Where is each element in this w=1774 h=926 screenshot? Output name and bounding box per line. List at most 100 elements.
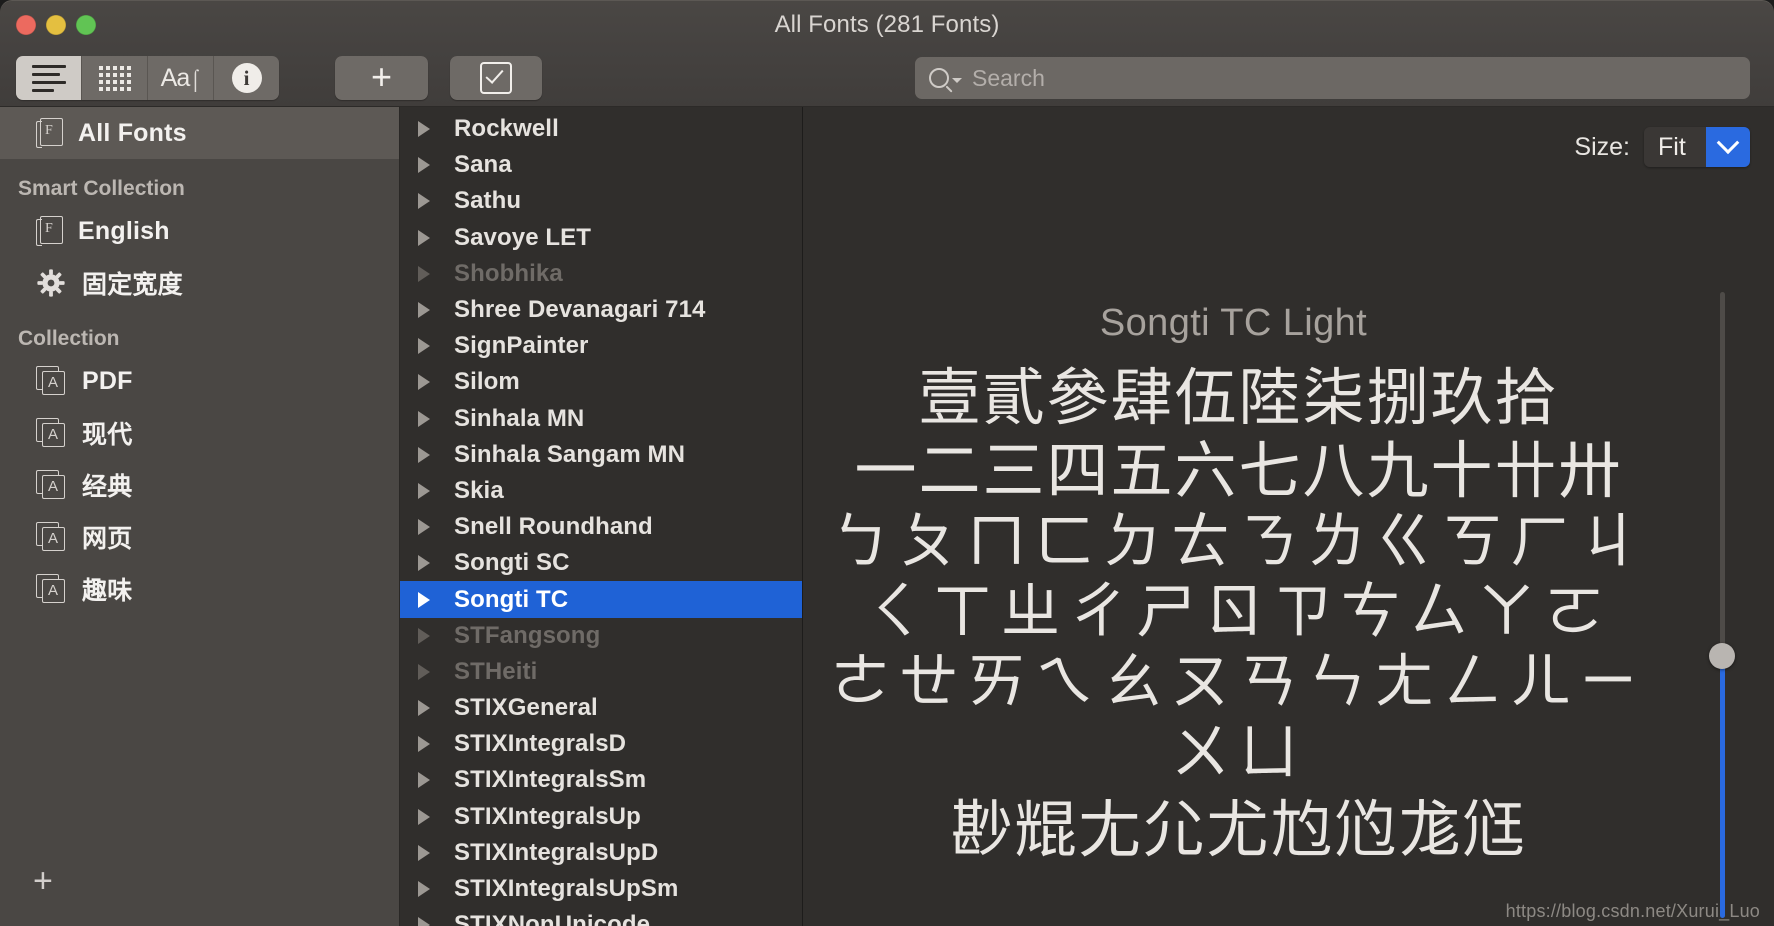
disclosure-triangle-icon[interactable]: [418, 157, 442, 174]
title-bar: All Fonts (281 Fonts): [0, 0, 1774, 49]
font-list[interactable]: Rockwell Sana Sathu Savoye LET Shobhika Shree…: [400, 107, 803, 926]
disclosure-triangle-icon[interactable]: [418, 736, 442, 753]
font-book-window: All Fonts (281 Fonts) Aa⌠ i + Search F A…: [0, 0, 1774, 926]
chevron-down-icon[interactable]: [952, 78, 962, 83]
disclosure-triangle-icon[interactable]: [418, 591, 442, 608]
sidebar-item-classic[interactable]: A 经典: [0, 459, 399, 511]
glyph-line: ㄑㄒㄓㄔㄕㄖㄗㄘㄙㄚㄛ: [864, 577, 1613, 648]
font-list-row[interactable]: Silom: [400, 364, 802, 400]
size-slider[interactable]: [1709, 292, 1735, 918]
disclosure-triangle-icon[interactable]: [418, 410, 442, 427]
validate-font-button[interactable]: [450, 56, 542, 100]
glyph-line: ㄅㄆㄇㄈㄉㄊㄋㄌㄍㄎㄏㄐ: [830, 507, 1647, 578]
size-select[interactable]: Fit: [1644, 127, 1750, 167]
disclosure-triangle-icon[interactable]: [418, 808, 442, 825]
sample-view-button[interactable]: Aa⌠: [148, 56, 214, 100]
font-list-row[interactable]: SignPainter: [400, 328, 802, 364]
info-view-button[interactable]: i: [214, 56, 279, 100]
grid-icon: [98, 65, 131, 91]
disclosure-triangle-icon[interactable]: [418, 917, 442, 926]
disclosure-triangle-icon[interactable]: [418, 338, 442, 355]
disclosure-triangle-icon[interactable]: [418, 555, 442, 572]
font-list-row[interactable]: STIXGeneral: [400, 690, 802, 726]
font-family-name: STIXGeneral: [454, 694, 598, 722]
font-list-row[interactable]: Skia: [400, 473, 802, 509]
font-family-name: Shobhika: [454, 259, 563, 287]
book-f-icon: F: [36, 118, 63, 148]
grid-view-button[interactable]: [82, 56, 148, 100]
disclosure-triangle-icon[interactable]: [418, 193, 442, 210]
main-content: F All Fonts Smart Collection F English 固…: [0, 107, 1774, 926]
list-view-button[interactable]: [16, 56, 82, 100]
add-font-button[interactable]: +: [335, 56, 428, 100]
disclosure-triangle-icon[interactable]: [418, 519, 442, 536]
sidebar-item-english[interactable]: F English: [0, 205, 399, 257]
sidebar-item-fixed-width[interactable]: 固定宽度: [0, 257, 399, 309]
gear-icon: [36, 268, 66, 298]
sidebar-item-web[interactable]: A 网页: [0, 511, 399, 563]
font-list-row[interactable]: Shobhika: [400, 256, 802, 292]
disclosure-triangle-icon[interactable]: [418, 374, 442, 391]
font-list-row[interactable]: STIXIntegralsD: [400, 726, 802, 762]
slider-knob[interactable]: [1709, 642, 1735, 669]
font-list-row[interactable]: STIXIntegralsSm: [400, 762, 802, 798]
cards-a-icon: A: [36, 366, 66, 396]
sidebar-item-label: 趣味: [82, 577, 133, 605]
sidebar-item-pdf[interactable]: A PDF: [0, 355, 399, 407]
search-placeholder: Search: [972, 64, 1045, 91]
font-list-row[interactable]: Snell Roundhand: [400, 509, 802, 545]
search-input[interactable]: Search: [915, 57, 1750, 99]
plus-icon: +: [370, 56, 393, 97]
preview-font-title: Songti TC Light: [1099, 302, 1368, 344]
disclosure-triangle-icon[interactable]: [418, 700, 442, 717]
font-list-row[interactable]: STIXNonUnicode: [400, 907, 802, 926]
font-family-name: Sathu: [454, 187, 522, 215]
font-list-row[interactable]: STIXIntegralsUpD: [400, 835, 802, 871]
disclosure-triangle-icon[interactable]: [418, 844, 442, 861]
sidebar-item-label: English: [78, 216, 170, 245]
font-list-row[interactable]: Sinhala MN: [400, 401, 802, 437]
disclosure-triangle-icon[interactable]: [418, 302, 442, 319]
sidebar-item-modern[interactable]: A 现代: [0, 407, 399, 459]
font-family-name: Sinhala MN: [454, 404, 585, 432]
font-family-name: STIXNonUnicode: [454, 911, 651, 926]
font-list-row[interactable]: Shree Devanagari 714: [400, 292, 802, 328]
sidebar-item-label: 网页: [82, 525, 133, 553]
disclosure-triangle-icon[interactable]: [418, 482, 442, 499]
font-list-row[interactable]: STIXIntegralsUpSm: [400, 871, 802, 907]
disclosure-triangle-icon[interactable]: [418, 881, 442, 898]
font-list-row[interactable]: Sana: [400, 147, 802, 183]
font-list-row[interactable]: Songti SC: [400, 545, 802, 581]
size-value[interactable]: Fit: [1644, 127, 1706, 167]
sidebar-item-fun[interactable]: A 趣味: [0, 563, 399, 615]
disclosure-triangle-icon[interactable]: [418, 265, 442, 282]
add-collection-button[interactable]: +: [33, 864, 53, 898]
checkbox-icon: [480, 62, 512, 94]
disclosure-triangle-icon[interactable]: [418, 627, 442, 644]
disclosure-triangle-icon[interactable]: [418, 229, 442, 246]
disclosure-triangle-icon[interactable]: [418, 772, 442, 789]
size-dropdown-button[interactable]: [1706, 127, 1750, 167]
font-list-row[interactable]: STHeiti: [400, 654, 802, 690]
glyph-line: 一二三四五六七八九十卄卅: [854, 433, 1623, 507]
disclosure-triangle-icon[interactable]: [418, 663, 442, 680]
font-family-name: Rockwell: [454, 115, 559, 143]
font-list-row[interactable]: Sinhala Sangam MN: [400, 437, 802, 473]
font-family-name: Savoye LET: [454, 223, 592, 251]
glyph-line: 尠尡尢尣尤尥尦尨尩: [950, 792, 1527, 866]
glyph-line: ㄨㄩ: [1170, 717, 1307, 788]
font-list-row[interactable]: Rockwell: [400, 111, 802, 147]
disclosure-triangle-icon[interactable]: [418, 446, 442, 463]
disclosure-triangle-icon[interactable]: [418, 121, 442, 138]
sidebar-item-all-fonts[interactable]: F All Fonts: [0, 107, 399, 159]
font-list-row[interactable]: STIXIntegralsUp: [400, 799, 802, 835]
font-preview-pane: Size: Fit Songti TC Light 壹貳參肆伍陸柒捌玖拾 一二三…: [803, 107, 1774, 926]
font-list-row[interactable]: STFangsong: [400, 618, 802, 654]
font-list-row[interactable]: Savoye LET: [400, 220, 802, 256]
sidebar: F All Fonts Smart Collection F English 固…: [0, 107, 400, 926]
font-list-row[interactable]: Songti TC: [400, 581, 802, 618]
font-list-row[interactable]: Sathu: [400, 183, 802, 219]
glyph-line: ㄜㄝㄞㄟㄠㄡㄢㄣㄤㄥㄦㄧ: [830, 647, 1647, 718]
view-mode-segmented-control[interactable]: Aa⌠ i: [16, 56, 279, 100]
font-family-name: STFangsong: [454, 621, 601, 649]
